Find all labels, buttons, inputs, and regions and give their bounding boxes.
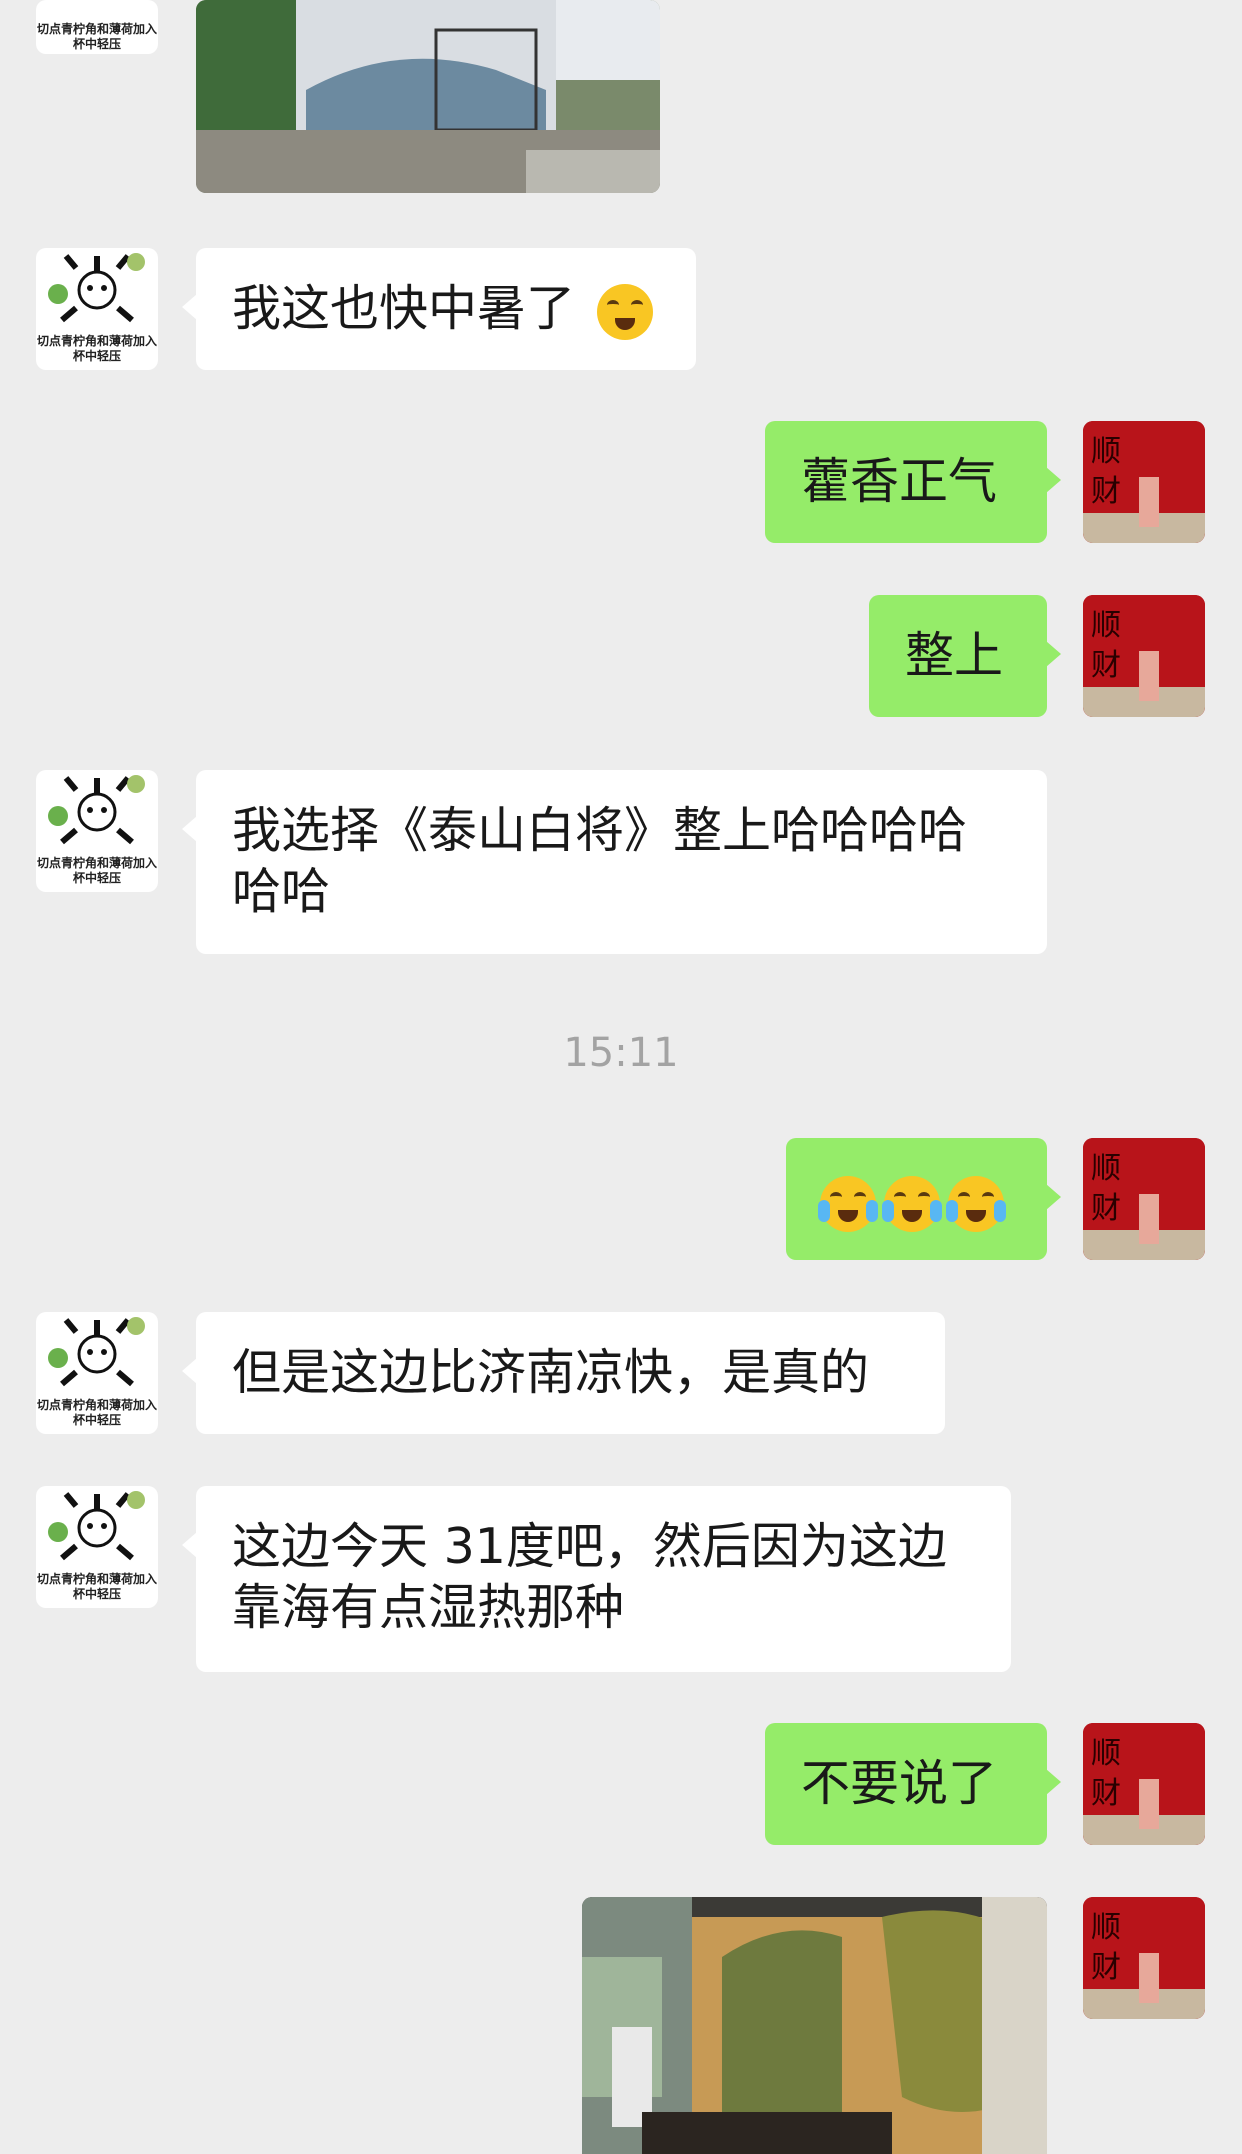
contact-avatar[interactable]: 切点青柠角和薄荷加入杯中轻压 — [36, 0, 158, 54]
red-banner-avatar-image: 顺 财 — [1083, 595, 1205, 717]
red-banner-avatar-image: 顺 财 — [1083, 421, 1205, 543]
message-text: 我这也快中暑了 — [232, 280, 576, 337]
my-avatar[interactable]: 顺 财 — [1083, 595, 1205, 717]
svg-text:财: 财 — [1091, 474, 1121, 509]
laughing-crying-face-icon — [882, 1175, 942, 1232]
my-avatar[interactable]: 顺 财 — [1083, 421, 1205, 543]
message-bubble[interactable]: 我这也快中暑了 — [182, 248, 696, 370]
message-bubble[interactable]: 我选择《泰山白将》整上哈哈哈哈哈哈 — [182, 770, 1047, 954]
contact-avatar[interactable]: 切点青柠角和薄荷加入杯中轻压 — [36, 248, 158, 370]
svg-text:财: 财 — [1091, 1950, 1121, 1985]
svg-text:顺: 顺 — [1091, 1910, 1121, 1945]
shared-photo-street[interactable] — [196, 0, 660, 193]
mural-photo-image — [582, 1897, 1047, 2154]
avatar-caption: 切点青柠角和薄荷加入杯中轻压 — [36, 1572, 157, 1601]
avatar-caption: 切点青柠角和薄荷加入杯中轻压 — [36, 856, 157, 885]
message-bubble[interactable]: 这边今天 31度吧，然后因为这边靠海有点湿热那种 — [182, 1486, 1011, 1672]
red-banner-avatar-image: 顺 财 — [1083, 1723, 1205, 1845]
message-bubble[interactable]: 藿香正气 — [765, 421, 1061, 543]
zany-face-icon — [596, 283, 653, 340]
message-text: 我选择《泰山白将》整上哈哈哈哈哈哈 — [232, 802, 968, 920]
message-text: 但是这边比济南凉快，是真的 — [232, 1344, 870, 1401]
message-text: 整上 — [905, 627, 1004, 684]
red-banner-avatar-image: 顺 财 — [1083, 1897, 1205, 2019]
message-text: 藿香正气 — [801, 453, 998, 510]
svg-text:财: 财 — [1091, 648, 1121, 683]
red-banner-avatar-image: 顺 财 — [1083, 1138, 1205, 1260]
contact-avatar[interactable]: 切点青柠角和薄荷加入杯中轻压 — [36, 1312, 158, 1434]
avatar-caption: 切点青柠角和薄荷加入杯中轻压 — [36, 334, 157, 363]
svg-text:顺: 顺 — [1091, 1736, 1121, 1771]
shared-photo-mural[interactable] — [582, 1897, 1047, 2154]
my-avatar[interactable]: 顺 财 — [1083, 1723, 1205, 1845]
svg-text:顺: 顺 — [1091, 608, 1121, 643]
avatar-caption: 切点青柠角和薄荷加入杯中轻压 — [36, 22, 157, 51]
contact-avatar[interactable]: 切点青柠角和薄荷加入杯中轻压 — [36, 770, 158, 892]
my-avatar[interactable]: 顺 财 — [1083, 1897, 1205, 2019]
message-text: 不要说了 — [801, 1755, 998, 1812]
avatar-caption: 切点青柠角和薄荷加入杯中轻压 — [36, 1398, 157, 1427]
svg-text:顺: 顺 — [1091, 434, 1121, 469]
svg-text:财: 财 — [1091, 1191, 1121, 1226]
contact-avatar[interactable]: 切点青柠角和薄荷加入杯中轻压 — [36, 1486, 158, 1608]
svg-text:顺: 顺 — [1091, 1151, 1121, 1186]
laughing-crying-face-icon — [946, 1175, 1006, 1232]
svg-text:财: 财 — [1091, 1776, 1121, 1811]
message-text: 这边今天 31度吧，然后因为这边靠海有点湿热那种 — [232, 1518, 947, 1636]
message-bubble[interactable]: 不要说了 — [765, 1723, 1061, 1845]
laughing-crying-face-icon — [818, 1175, 878, 1232]
street-photo-image — [196, 0, 660, 193]
message-bubble[interactable]: 整上 — [869, 595, 1061, 717]
message-bubble[interactable]: 😭😭😭 — [786, 1138, 1061, 1260]
my-avatar[interactable]: 顺 财 — [1083, 1138, 1205, 1260]
message-bubble[interactable]: 但是这边比济南凉快，是真的 — [182, 1312, 945, 1434]
timestamp: 15:11 — [563, 1030, 679, 1076]
